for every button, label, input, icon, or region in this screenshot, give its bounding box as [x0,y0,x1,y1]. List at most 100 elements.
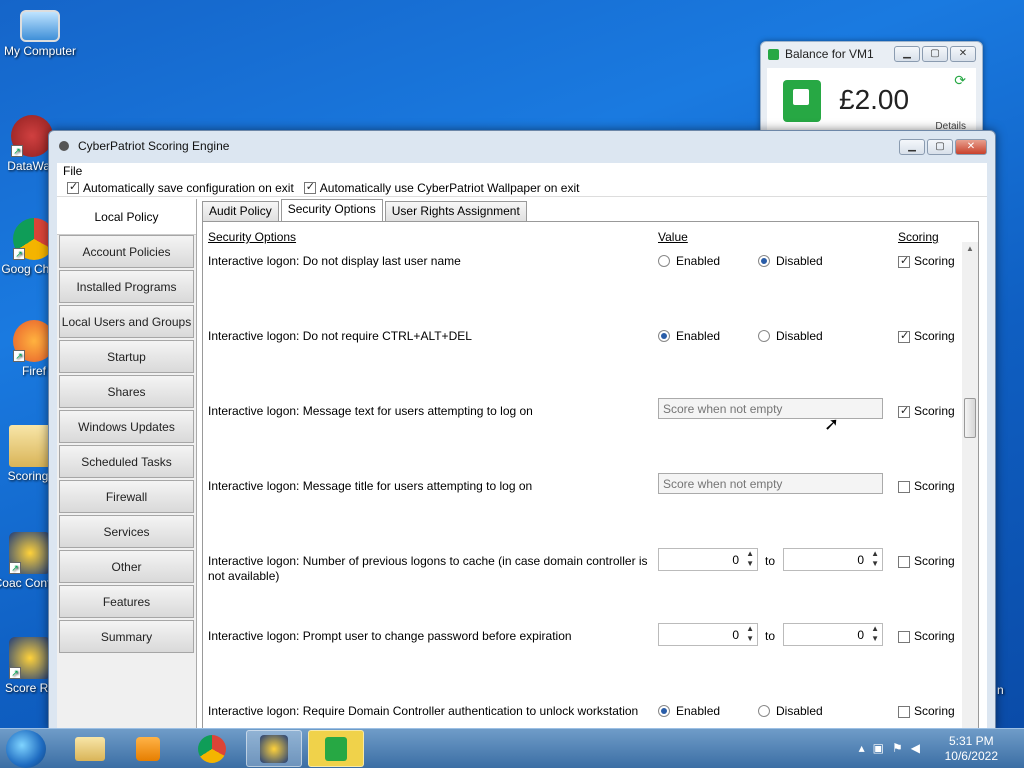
scoring-check[interactable] [898,630,910,643]
shortcut-arrow-icon: ↗ [11,145,23,157]
table-row: Interactive logon: Message title for use… [203,473,960,519]
scoring-label: Scoring [914,404,955,418]
scoring-checkbox[interactable]: Scoring [898,479,955,493]
max-stepper[interactable]: 0 ▲ ▼ [783,548,883,571]
min-stepper[interactable]: 0 ▲ ▼ [658,548,758,571]
taskbar-scoring-engine[interactable] [246,730,302,767]
scoring-check[interactable] [898,404,910,418]
desktop-icon-my-computer[interactable]: My Computer [2,10,78,58]
scoring-label: Scoring [914,254,955,268]
scrollbar-thumb[interactable] [964,398,976,438]
tab-security-options[interactable]: Security Options [280,199,383,221]
shortcut-arrow-icon: ↗ [9,562,21,574]
scoring-check[interactable] [898,480,910,493]
min-stepper[interactable]: 0 ▲ ▼ [658,623,758,646]
scoring-checkbox[interactable]: Scoring [898,254,955,268]
balance-title: Balance for VM1 [785,47,874,61]
scoring-checkbox[interactable]: Scoring [898,704,955,718]
enabled-label: Enabled [676,329,721,343]
nav-item-other[interactable]: Other [59,550,194,583]
nav-item-scheduled-tasks[interactable]: Scheduled Tasks [59,445,194,478]
show-hidden-icons-icon[interactable]: ▴ [859,741,873,755]
nav-item-firewall[interactable]: Firewall [59,480,194,513]
clock-time: 5:31 PM [948,734,994,748]
column-header-value: Value [658,230,688,244]
auto-save-option[interactable]: Automatically save configuration on exit [67,180,294,195]
scoring-label: Scoring [914,329,955,343]
enabled-label: Enabled [676,704,721,718]
close-button[interactable]: ✕ [955,139,987,155]
auto-save-checkbox[interactable] [67,180,79,195]
nav-item-services[interactable]: Services [59,515,194,548]
disabled-radio[interactable]: Disabled [758,704,823,718]
menu-file[interactable]: File [63,164,82,178]
shortcut-arrow-icon: ↗ [13,350,25,362]
refresh-icon[interactable]: ⟳ [954,72,966,89]
nav-item-summary[interactable]: Summary [59,620,194,653]
scoring-check[interactable] [898,329,910,343]
message-title-input[interactable] [658,473,883,494]
taskbar-chrome[interactable] [184,730,240,767]
row-label: Interactive logon: Do not require CTRL+A… [208,329,472,343]
taskbar-media-player[interactable] [120,730,176,767]
scoring-check[interactable] [898,705,910,718]
scoring-checkbox[interactable]: Scoring [898,404,955,418]
window-client: File Automatically save configuration on… [57,163,987,729]
tab-audit-policy[interactable]: Audit Policy [202,201,279,221]
nav-item-startup[interactable]: Startup [59,340,194,373]
scroll-up-icon[interactable]: ▲ [966,244,974,253]
enabled-radio[interactable]: Enabled [658,704,720,718]
maximize-button[interactable]: ▢ [927,139,953,155]
disabled-radio[interactable]: Disabled [758,254,823,268]
nav-item-local-users-and-groups[interactable]: Local Users and Groups [59,305,194,338]
volume-icon[interactable]: ◀ [911,741,928,755]
spinner-arrows-icon[interactable]: ▲ ▼ [746,624,754,644]
nav-item-windows-updates[interactable]: Windows Updates [59,410,194,443]
spinner-arrows-icon[interactable]: ▲ ▼ [871,549,879,569]
enabled-radio[interactable]: Enabled [658,254,720,268]
left-nav: Local Policy Account Policies Installed P… [57,199,197,729]
maximize-button[interactable]: ▢ [922,46,948,62]
nav-item-features[interactable]: Features [59,585,194,618]
scoring-check[interactable] [898,254,910,268]
scoring-checkbox[interactable]: Scoring [898,554,955,568]
media-player-icon [136,737,160,761]
disabled-radio[interactable]: Disabled [758,329,823,343]
security-options-panel: Security Options Value Scoring Interacti… [202,221,979,729]
nav-list: Account Policies Installed Programs Local … [57,235,196,653]
auto-wallpaper-option[interactable]: Automatically use CyberPatriot Wallpaper… [303,180,579,195]
spinner-arrows-icon[interactable]: ▲ ▼ [746,549,754,569]
taskbar-balance[interactable] [308,730,364,767]
scoring-label: Scoring [914,554,955,568]
enabled-radio[interactable]: Enabled [658,329,720,343]
nav-item-account-policies[interactable]: Account Policies [59,235,194,268]
paysafe-logo-icon [325,737,347,761]
chrome-icon [198,735,226,763]
max-value: 0 [857,628,864,642]
scoring-checkbox[interactable]: Scoring [898,329,955,343]
network-icon[interactable]: ▣ [873,741,892,755]
minimize-button[interactable]: ▁ [894,46,920,62]
max-stepper[interactable]: 0 ▲ ▼ [783,623,883,646]
system-tray: ▴▣⚑◀ [859,741,928,755]
message-text-input[interactable] [658,398,883,419]
minimize-button[interactable]: ▁ [899,139,925,155]
taskbar-explorer[interactable] [62,730,118,767]
nav-item-installed-programs[interactable]: Installed Programs [59,270,194,303]
clock[interactable]: 5:31 PM 10/6/2022 [945,734,998,764]
scoring-check[interactable] [898,555,910,568]
table-row: Interactive logon: Prompt user to change… [203,623,960,669]
close-button[interactable]: ✕ [950,46,976,62]
clock-date: 10/6/2022 [944,749,998,763]
nav-item-shares[interactable]: Shares [59,375,194,408]
start-button[interactable] [6,730,46,768]
scoring-label: Scoring [914,704,955,718]
to-label: to [765,554,776,568]
action-center-icon[interactable]: ⚑ [892,741,911,755]
scoring-checkbox[interactable]: Scoring [898,629,955,643]
auto-wallpaper-checkbox[interactable] [303,180,316,195]
tab-user-rights-assignment[interactable]: User Rights Assignment [384,201,527,221]
nav-item-local-policy[interactable]: Local Policy [57,199,196,235]
spinner-arrows-icon[interactable]: ▲ ▼ [871,624,879,644]
vertical-scrollbar[interactable]: ▲ [962,242,978,728]
